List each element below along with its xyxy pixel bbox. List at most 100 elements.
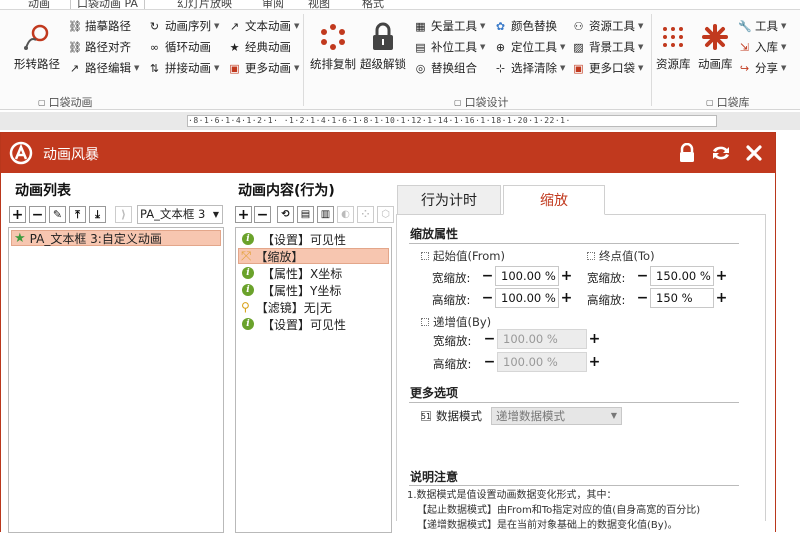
color-replace-button[interactable]: ✿ 颜色替换: [494, 17, 557, 35]
to-width-value[interactable]: 150.00 %: [650, 266, 714, 286]
by-width-label: 宽缩放:: [433, 334, 472, 348]
tab-format[interactable]: 格式: [362, 0, 384, 9]
decrement-button[interactable]: −: [480, 268, 495, 284]
to-width-stepper[interactable]: − 150.00 % +: [635, 266, 729, 286]
shape-selector[interactable]: PA_文本框 3 ▼: [137, 205, 223, 224]
anim-sequence-button[interactable]: ↻ 动画序列 ▼: [148, 17, 220, 35]
decrement-button[interactable]: −: [482, 354, 497, 370]
paste-behavior-button[interactable]: ▤: [297, 206, 314, 223]
tab-behavior-timing[interactable]: 行为计时: [397, 185, 501, 215]
from-width-value[interactable]: 100.00 %: [495, 266, 559, 286]
animation-content-heading: 动画内容(行为): [238, 183, 335, 199]
behavior-list[interactable]: i 【设置】可见性 ⤧ 【缩放】 i 【属性】X坐标 i 【属性】Y坐标 ⚲ 【滤镜】无|…: [235, 227, 392, 533]
tab-view[interactable]: 视图: [308, 0, 330, 9]
by-height-value[interactable]: 100.00 %: [497, 352, 587, 372]
background-tool-button[interactable]: ▨ 背景工具 ▼: [572, 38, 643, 56]
loop-anim-button[interactable]: ∞ 循环动画: [148, 38, 211, 56]
shape-to-path-button[interactable]: 形转路径: [14, 22, 60, 72]
more-anim-button[interactable]: ▣ 更多动画 ▼: [228, 59, 299, 77]
dropdown-arrow-icon: ▼: [781, 64, 787, 72]
import-button[interactable]: ⇲ 入库 ▼: [738, 38, 787, 56]
list-item[interactable]: i 【设置】可见性: [238, 316, 389, 332]
decrement-button[interactable]: −: [482, 331, 497, 347]
move-bottom-icon: ⤓: [95, 208, 100, 221]
locate-tool-button[interactable]: ⊕ 定位工具 ▼: [494, 38, 566, 56]
from-width-stepper[interactable]: − 100.00 % +: [480, 266, 574, 286]
decrement-button[interactable]: −: [635, 268, 650, 284]
add-behavior-button[interactable]: +: [235, 206, 252, 223]
list-item[interactable]: i 【属性】Y坐标: [238, 282, 389, 298]
batch-copy-button[interactable]: 统排复制: [310, 22, 356, 72]
data-mode-select[interactable]: 递增数据模式 ▼: [491, 407, 622, 425]
to-height-value[interactable]: 150 %: [650, 288, 714, 308]
from-height-value[interactable]: 100.00 %: [495, 288, 559, 308]
copy-behavior-button[interactable]: ⟲: [277, 206, 294, 223]
chevron-down-icon: ▼: [212, 210, 219, 219]
list-item[interactable]: ★ PA_文本框 3:自定义动画: [11, 230, 221, 246]
remove-animation-button[interactable]: −: [29, 206, 46, 223]
increment-button[interactable]: +: [587, 331, 602, 347]
by-width-value[interactable]: 100.00 %: [497, 329, 587, 349]
document-button[interactable]: ▥: [317, 206, 334, 223]
hexagon-button[interactable]: ⬡: [377, 206, 394, 223]
text-anim-button[interactable]: ↗ 文本动画 ▼: [228, 17, 300, 35]
path-align-button[interactable]: ⛓ 路径对齐: [68, 38, 131, 56]
increment-button[interactable]: +: [587, 354, 602, 370]
scale-icon: ⤧: [241, 248, 252, 264]
grid-button[interactable]: ⁘: [357, 206, 374, 223]
by-value-title: 递增值(By): [421, 314, 491, 330]
from-height-stepper[interactable]: − 100.00 % +: [480, 288, 574, 308]
classic-anim-button[interactable]: ★ 经典动画: [228, 38, 291, 56]
share-button[interactable]: ↪ 分享 ▼: [738, 59, 787, 77]
to-height-stepper[interactable]: − 150 % +: [635, 288, 729, 308]
half-circle-button[interactable]: ◐: [337, 206, 354, 223]
move-top-button[interactable]: ⤒: [69, 206, 86, 223]
splice-anim-button[interactable]: ⇅ 拼接动画 ▼: [148, 59, 220, 77]
list-item[interactable]: i 【设置】可见性: [238, 231, 389, 247]
tab-animation[interactable]: 动画: [28, 0, 50, 9]
super-unlock-button[interactable]: 超级解锁: [360, 22, 406, 72]
more-pocket-button[interactable]: ▣ 更多口袋 ▼: [572, 59, 643, 77]
list-item[interactable]: i 【属性】X坐标: [238, 265, 389, 281]
increment-button[interactable]: +: [714, 290, 729, 306]
decrement-button[interactable]: −: [480, 290, 495, 306]
add-animation-button[interactable]: +: [9, 206, 26, 223]
more-anim-label: 更多动画: [245, 61, 291, 75]
by-height-stepper[interactable]: − 100.00 % +: [482, 352, 602, 372]
replace-group-button[interactable]: ◎ 替换组合: [414, 59, 477, 77]
trace-path-icon: ⛓: [68, 19, 82, 33]
select-clear-button[interactable]: ⊹ 选择清除 ▼: [494, 59, 566, 77]
increment-button[interactable]: +: [714, 268, 729, 284]
animation-library-button[interactable]: 动画库: [698, 22, 733, 72]
tab-scale[interactable]: 缩放: [503, 185, 605, 215]
path-edit-button[interactable]: ↗ 路径编辑 ▼: [68, 59, 140, 77]
tools-button[interactable]: 🔧 工具 ▼: [738, 17, 786, 35]
decrement-button[interactable]: −: [635, 290, 650, 306]
resource-tool-button[interactable]: ⚇ 资源工具 ▼: [572, 17, 644, 35]
dropdown-arrow-icon: ▼: [638, 43, 644, 51]
dropdown-arrow-icon: ▼: [294, 64, 300, 72]
close-button[interactable]: [742, 141, 766, 165]
tab-pocket-animation[interactable]: 口袋动画 PA: [70, 0, 145, 9]
trace-path-button[interactable]: ⛓ 描摹路径: [68, 17, 131, 35]
collapse-button[interactable]: ⟩: [115, 206, 132, 223]
notes-title: 说明注意: [410, 470, 459, 484]
fill-tool-button[interactable]: ▤ 补位工具 ▼: [414, 38, 485, 56]
list-item[interactable]: ⤧ 【缩放】: [238, 248, 389, 264]
resource-library-button[interactable]: 资源库: [656, 22, 691, 72]
refresh-button[interactable]: [709, 141, 733, 165]
dialog-titlebar[interactable]: 动画风暴: [1, 133, 775, 173]
increment-button[interactable]: +: [559, 268, 574, 284]
group-icon: [421, 252, 429, 260]
vector-tool-button[interactable]: ▦ 矢量工具 ▼: [414, 17, 485, 35]
tab-review[interactable]: 审阅: [262, 0, 284, 9]
by-width-stepper[interactable]: − 100.00 % +: [482, 329, 602, 349]
tab-slideshow[interactable]: 幻灯片放映: [177, 0, 232, 9]
remove-behavior-button[interactable]: −: [254, 206, 271, 223]
move-bottom-button[interactable]: ⤓: [89, 206, 106, 223]
list-item[interactable]: ⚲ 【滤镜】无|无: [238, 299, 389, 315]
brush-button[interactable]: ✎: [49, 206, 66, 223]
pin-lock-button[interactable]: [675, 141, 699, 165]
increment-button[interactable]: +: [559, 290, 574, 306]
animation-list[interactable]: ★ PA_文本框 3:自定义动画: [8, 227, 224, 533]
